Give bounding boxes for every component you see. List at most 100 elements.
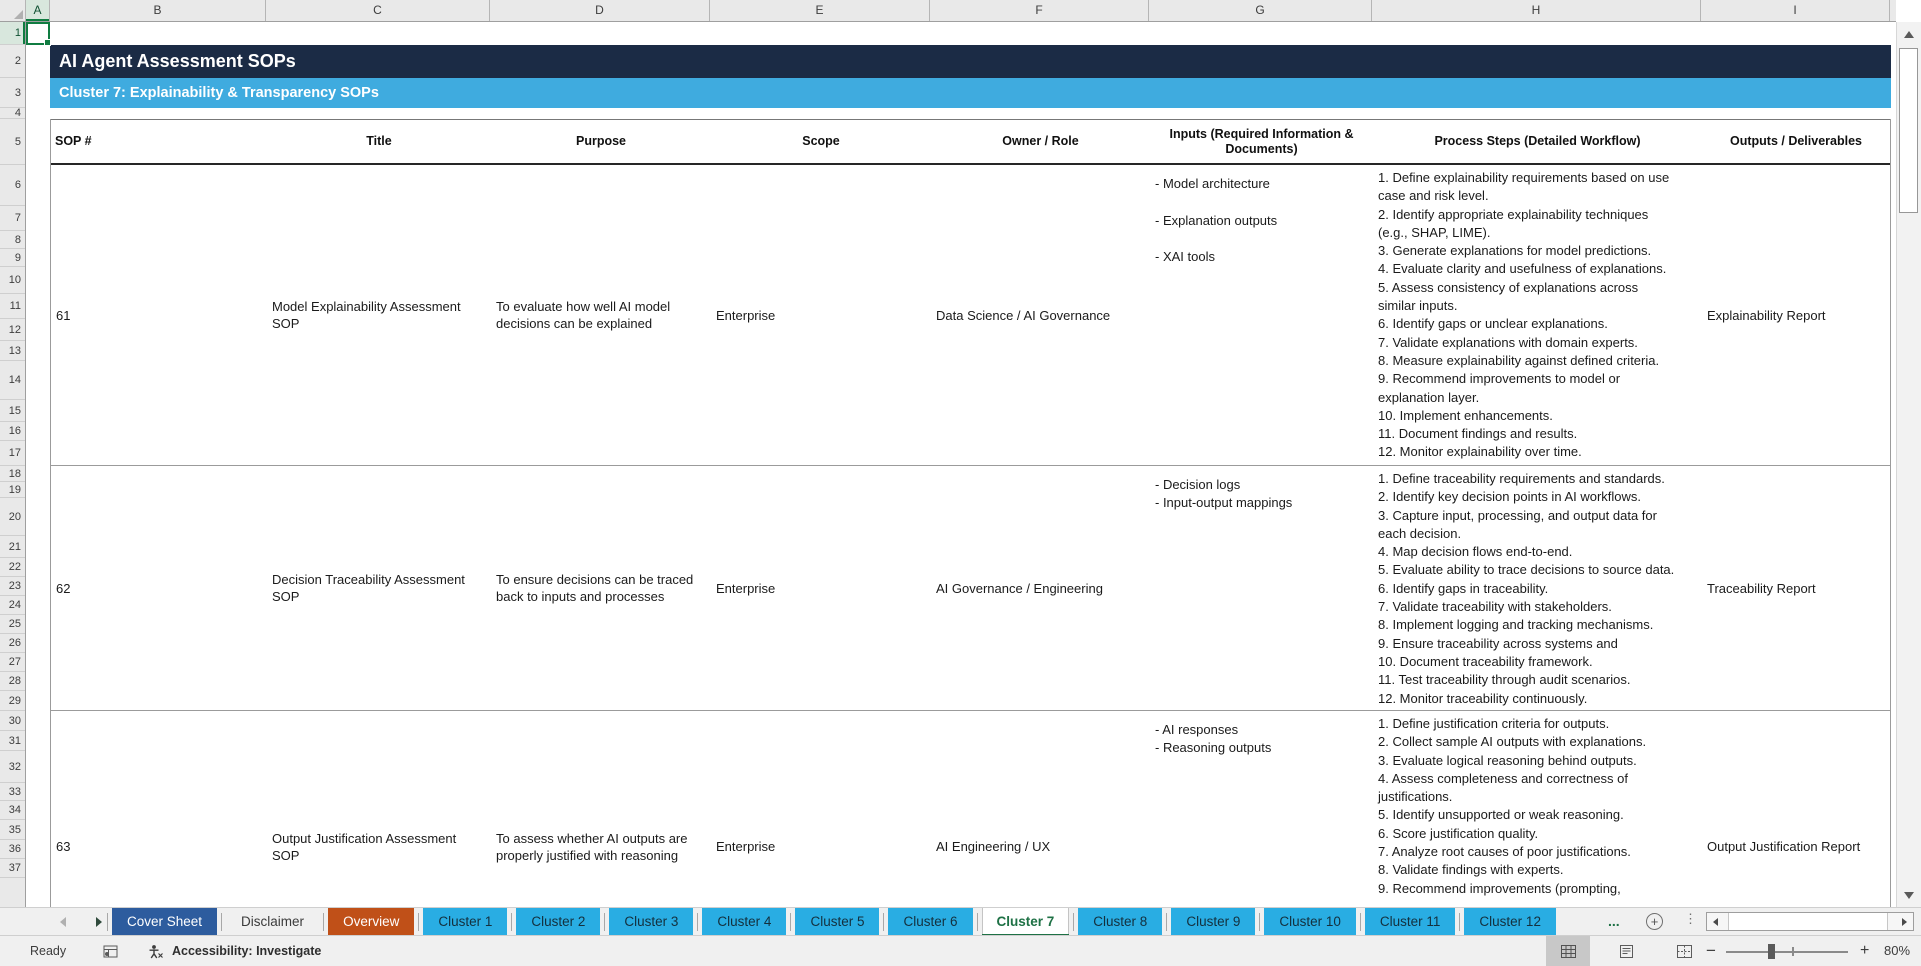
column-header-E[interactable]: E	[710, 0, 930, 21]
row-header-23[interactable]: 23	[0, 577, 25, 596]
column-title-4[interactable]: Owner / Role	[931, 120, 1150, 163]
cell-sop-number-61[interactable]: 61	[51, 165, 267, 465]
row-header-35[interactable]: 35	[0, 820, 25, 840]
cell-process-steps-61[interactable]: 1. Define explainability requirements ba…	[1373, 165, 1702, 465]
column-title-7[interactable]: Outputs / Deliverables	[1702, 120, 1890, 163]
row-header-28[interactable]: 28	[0, 672, 25, 691]
cell-inputs-62[interactable]: - Decision logs - Input-output mappings	[1150, 466, 1373, 710]
sheet-tab-cluster-6[interactable]: Cluster 6	[883, 908, 973, 936]
cell-output-61[interactable]: Explainability Report	[1702, 165, 1890, 465]
column-title-2[interactable]: Purpose	[491, 120, 711, 163]
accessibility-status-label[interactable]: Accessibility: Investigate	[172, 936, 321, 966]
cell-sop-number-63[interactable]: 63	[51, 711, 267, 907]
row-header-7[interactable]: 7	[0, 206, 25, 231]
page-break-preview-button[interactable]	[1662, 936, 1706, 966]
tab-options-dots-icon[interactable]: ⋮	[1684, 911, 1697, 927]
vertical-scrollbar-thumb[interactable]	[1899, 48, 1918, 213]
zoom-slider-thumb[interactable]	[1768, 944, 1775, 959]
normal-view-button[interactable]	[1546, 936, 1590, 966]
row-header-25[interactable]: 25	[0, 615, 25, 634]
cell-inputs-61[interactable]: - Model architecture - Explanation outpu…	[1150, 165, 1373, 465]
fill-handle[interactable]	[44, 39, 51, 46]
zoom-level-label[interactable]: 80%	[1884, 936, 1910, 966]
row-header-22[interactable]: 22	[0, 558, 25, 577]
zoom-out-button[interactable]: −	[1706, 936, 1716, 965]
more-sheets-button[interactable]: ...	[1608, 908, 1620, 936]
row-header-14[interactable]: 14	[0, 361, 25, 400]
column-header-I[interactable]: I	[1701, 0, 1890, 21]
sheet-tab-cluster-9[interactable]: Cluster 9	[1166, 908, 1256, 936]
column-header-H[interactable]: H	[1372, 0, 1701, 21]
sheet-title-banner[interactable]: AI Agent Assessment SOPs	[50, 45, 1891, 78]
accessibility-icon[interactable]	[147, 944, 164, 962]
sheet-tab-cluster-10[interactable]: Cluster 10	[1259, 908, 1356, 936]
cell-output-62[interactable]: Traceability Report	[1702, 466, 1890, 710]
scroll-down-button[interactable]	[1897, 883, 1921, 907]
cell-process-steps-63[interactable]: 1. Define justification criteria for out…	[1373, 711, 1702, 907]
column-header-A[interactable]: A	[26, 0, 50, 21]
row-header-36[interactable]: 36	[0, 840, 25, 859]
column-title-0[interactable]: SOP #	[51, 120, 267, 163]
sheet-tab-cluster-5[interactable]: Cluster 5	[790, 908, 880, 936]
sheet-tab-cover-sheet[interactable]: Cover Sheet	[106, 908, 218, 936]
zoom-slider-track[interactable]	[1726, 951, 1848, 953]
cell-scope-63[interactable]: Enterprise	[711, 711, 931, 907]
row-header-27[interactable]: 27	[0, 653, 25, 672]
row-header-2[interactable]: 2	[0, 45, 25, 78]
sheet-tab-cluster-8[interactable]: Cluster 8	[1073, 908, 1163, 936]
cell-scope-61[interactable]: Enterprise	[711, 165, 931, 465]
row-header-5[interactable]: 5	[0, 119, 25, 165]
row-header-4[interactable]: 4	[0, 107, 25, 119]
column-title-5[interactable]: Inputs (Required Information & Documents…	[1150, 120, 1373, 163]
scroll-up-button[interactable]	[1897, 22, 1921, 46]
row-header-32[interactable]: 32	[0, 751, 25, 783]
row-header-24[interactable]: 24	[0, 596, 25, 615]
row-header-9[interactable]: 9	[0, 249, 25, 267]
cluster-subtitle-banner[interactable]: Cluster 7: Explainability & Transparency…	[50, 78, 1891, 108]
column-header-B[interactable]: B	[50, 0, 266, 21]
row-header-30[interactable]: 30	[0, 711, 25, 731]
row-header-18[interactable]: 18	[0, 466, 25, 482]
cell-title-61[interactable]: Model Explainability Assessment SOP	[267, 165, 491, 465]
row-header-21[interactable]: 21	[0, 536, 25, 558]
cell-title-63[interactable]: Output Justification Assessment SOP	[267, 711, 491, 907]
cell-output-63[interactable]: Output Justification Report	[1702, 711, 1890, 907]
cell-title-62[interactable]: Decision Traceability Assessment SOP	[267, 466, 491, 710]
sheet-tab-cluster-1[interactable]: Cluster 1	[418, 908, 508, 936]
row-header-17[interactable]: 17	[0, 441, 25, 466]
cell-inputs-63[interactable]: - AI responses - Reasoning outputs	[1150, 711, 1373, 907]
row-header-6[interactable]: 6	[0, 165, 25, 206]
horizontal-scrollbar[interactable]	[1706, 912, 1914, 931]
row-header-34[interactable]: 34	[0, 801, 25, 820]
vertical-scrollbar[interactable]	[1896, 22, 1921, 907]
row-header-1[interactable]: 1	[0, 22, 25, 45]
row-header-13[interactable]: 13	[0, 341, 25, 361]
cell-sop-number-62[interactable]: 62	[51, 466, 267, 710]
row-header-3[interactable]: 3	[0, 78, 25, 108]
page-layout-view-button[interactable]	[1604, 936, 1648, 966]
column-title-1[interactable]: Title	[267, 120, 491, 163]
sheet-tab-overview[interactable]: Overview	[323, 908, 415, 936]
column-header-F[interactable]: F	[930, 0, 1149, 21]
tab-scroll-left-icon[interactable]	[60, 917, 66, 927]
row-header-33[interactable]: 33	[0, 783, 25, 801]
row-header-8[interactable]: 8	[0, 231, 25, 249]
cell-purpose-61[interactable]: To evaluate how well AI model decisions …	[491, 165, 711, 465]
new-sheet-button[interactable]: +	[1646, 913, 1663, 930]
row-header-12[interactable]: 12	[0, 319, 25, 341]
row-header-26[interactable]: 26	[0, 634, 25, 653]
row-header-20[interactable]: 20	[0, 498, 25, 536]
row-header-11[interactable]: 11	[0, 294, 25, 319]
arrow-right-icon[interactable]	[1902, 917, 1907, 926]
zoom-in-button[interactable]: +	[1860, 936, 1869, 965]
row-header-15[interactable]: 15	[0, 400, 25, 422]
row-header-29[interactable]: 29	[0, 691, 25, 711]
sheet-tab-cluster-2[interactable]: Cluster 2	[511, 908, 601, 936]
sheet-tab-cluster-12[interactable]: Cluster 12	[1459, 908, 1556, 936]
horizontal-scrollbar-thumb[interactable]	[1728, 913, 1888, 930]
select-all-button[interactable]	[0, 0, 26, 21]
row-header-10[interactable]: 10	[0, 267, 25, 294]
column-title-6[interactable]: Process Steps (Detailed Workflow)	[1373, 120, 1702, 163]
sheet-tab-disclaimer[interactable]: Disclaimer	[221, 908, 319, 936]
cell-process-steps-62[interactable]: 1. Define traceability requirements and …	[1373, 466, 1702, 710]
